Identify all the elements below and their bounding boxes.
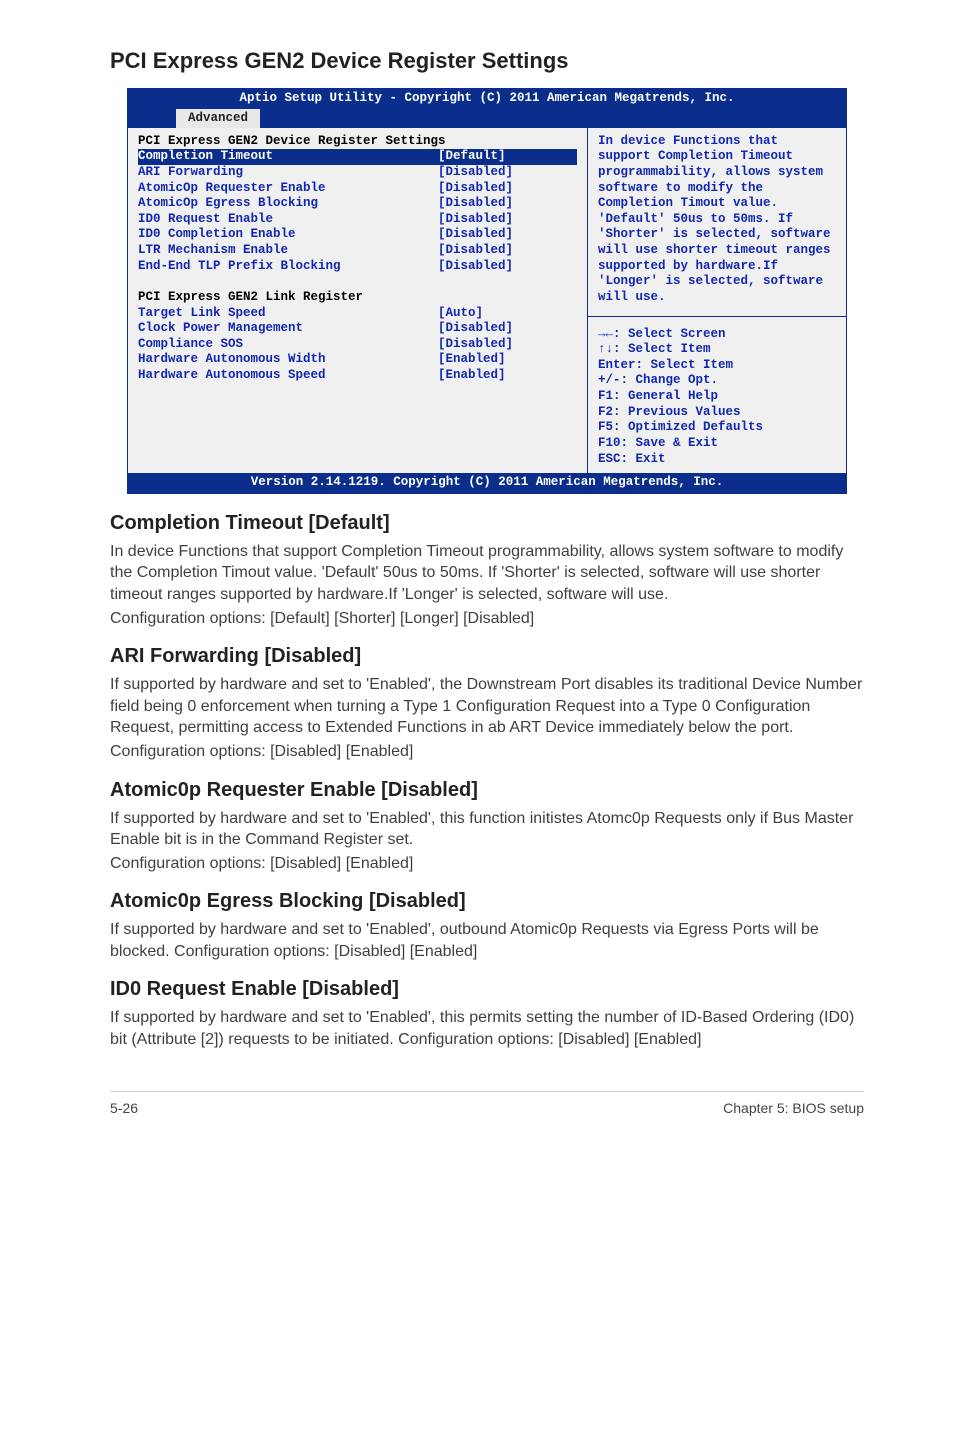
bios-setting-value: [Default] — [438, 149, 577, 165]
bios-setting-value: [Disabled] — [438, 212, 577, 228]
bios-nav-line: ↑↓: Select Item — [598, 342, 836, 358]
bios-setting-label: Hardware Autonomous Speed — [138, 368, 438, 384]
page-title: PCI Express GEN2 Device Register Setting… — [110, 48, 864, 74]
bios-setting-value: [Auto] — [438, 306, 577, 322]
bios-setting-row[interactable]: Compliance SOS[Disabled] — [138, 337, 577, 353]
bios-nav-line: F10: Save & Exit — [598, 436, 836, 452]
bios-setting-row[interactable]: Completion Timeout[Default] — [138, 149, 577, 165]
bios-setting-label: Hardware Autonomous Width — [138, 352, 438, 368]
bios-nav-line: +/-: Change Opt. — [598, 373, 836, 389]
bios-setting-label: Target Link Speed — [138, 306, 438, 322]
section-heading: Atomic0p Egress Blocking [Disabled] — [110, 890, 864, 913]
bios-left-panel: PCI Express GEN2 Device Register Setting… — [128, 128, 588, 474]
section-paragraph: If supported by hardware and set to 'Ena… — [110, 674, 864, 739]
bios-setting-row[interactable]: ARI Forwarding[Disabled] — [138, 165, 577, 181]
bios-nav-line: F1: General Help — [598, 389, 836, 405]
section-paragraph: If supported by hardware and set to 'Ena… — [110, 1007, 864, 1050]
bios-screenshot: Aptio Setup Utility - Copyright (C) 2011… — [127, 88, 847, 494]
bios-setting-label: Completion Timeout — [138, 149, 438, 165]
section-heading: Completion Timeout [Default] — [110, 512, 864, 535]
bios-setting-row[interactable]: AtomicOp Requester Enable[Disabled] — [138, 181, 577, 197]
footer-chapter: Chapter 5: BIOS setup — [723, 1100, 864, 1116]
section-paragraph: Configuration options: [Default] [Shorte… — [110, 608, 864, 630]
section-paragraph: If supported by hardware and set to 'Ena… — [110, 808, 864, 851]
bios-setting-label: Clock Power Management — [138, 321, 438, 337]
bios-nav-line: F2: Previous Values — [598, 405, 836, 421]
bios-footer: Version 2.14.1219. Copyright (C) 2011 Am… — [128, 473, 846, 493]
bios-setting-value: [Disabled] — [438, 321, 577, 337]
bios-tab-advanced[interactable]: Advanced — [176, 109, 260, 129]
bios-section-header-1: PCI Express GEN2 Device Register Setting… — [138, 134, 446, 150]
bios-setting-row[interactable]: Clock Power Management[Disabled] — [138, 321, 577, 337]
bios-setting-row[interactable]: Hardware Autonomous Width[Enabled] — [138, 352, 577, 368]
bios-setting-row[interactable]: Target Link Speed[Auto] — [138, 306, 577, 322]
bios-right-panel: In device Functions that support Complet… — [588, 128, 846, 474]
bios-setting-label: ID0 Completion Enable — [138, 227, 438, 243]
bios-setting-label: LTR Mechanism Enable — [138, 243, 438, 259]
bios-setting-value: [Disabled] — [438, 243, 577, 259]
bios-setting-label: AtomicOp Egress Blocking — [138, 196, 438, 212]
section-heading: Atomic0p Requester Enable [Disabled] — [110, 779, 864, 802]
bios-setting-row[interactable]: LTR Mechanism Enable[Disabled] — [138, 243, 577, 259]
bios-setting-label: Compliance SOS — [138, 337, 438, 353]
bios-setting-value: [Disabled] — [438, 227, 577, 243]
bios-setting-row[interactable]: ID0 Completion Enable[Disabled] — [138, 227, 577, 243]
bios-setting-value: [Enabled] — [438, 368, 577, 384]
section-paragraph: In device Functions that support Complet… — [110, 541, 864, 606]
section-paragraph: If supported by hardware and set to 'Ena… — [110, 919, 864, 962]
bios-top-title: Aptio Setup Utility - Copyright (C) 2011… — [128, 89, 846, 107]
bios-setting-row[interactable]: Hardware Autonomous Speed[Enabled] — [138, 368, 577, 384]
bios-setting-label: ARI Forwarding — [138, 165, 438, 181]
bios-help-text: In device Functions that support Complet… — [598, 134, 836, 306]
bios-tab-band: Advanced — [128, 107, 846, 127]
section-heading: ID0 Request Enable [Disabled] — [110, 978, 864, 1001]
bios-nav-line: →←: Select Screen — [598, 327, 836, 343]
bios-setting-value: [Disabled] — [438, 165, 577, 181]
section-paragraph: Configuration options: [Disabled] [Enabl… — [110, 853, 864, 875]
bios-setting-row[interactable]: End-End TLP Prefix Blocking[Disabled] — [138, 259, 577, 275]
bios-setting-label: AtomicOp Requester Enable — [138, 181, 438, 197]
bios-nav-line: ESC: Exit — [598, 452, 836, 468]
section-paragraph: Configuration options: [Disabled] [Enabl… — [110, 741, 864, 763]
bios-setting-value: [Disabled] — [438, 181, 577, 197]
bios-setting-row[interactable]: ID0 Request Enable[Disabled] — [138, 212, 577, 228]
bios-setting-value: [Disabled] — [438, 259, 577, 275]
section-heading: ARI Forwarding [Disabled] — [110, 645, 864, 668]
bios-setting-value: [Enabled] — [438, 352, 577, 368]
bios-setting-value: [Disabled] — [438, 196, 577, 212]
bios-nav-line: F5: Optimized Defaults — [598, 420, 836, 436]
bios-nav-help: →←: Select Screen↑↓: Select ItemEnter: S… — [598, 327, 836, 468]
bios-setting-value: [Disabled] — [438, 337, 577, 353]
footer-page-number: 5-26 — [110, 1100, 138, 1116]
bios-section-header-2: PCI Express GEN2 Link Register — [138, 290, 438, 306]
bios-setting-label: End-End TLP Prefix Blocking — [138, 259, 438, 275]
bios-setting-row[interactable]: AtomicOp Egress Blocking[Disabled] — [138, 196, 577, 212]
bios-setting-label: ID0 Request Enable — [138, 212, 438, 228]
page-footer: 5-26 Chapter 5: BIOS setup — [110, 1091, 864, 1116]
bios-nav-line: Enter: Select Item — [598, 358, 836, 374]
